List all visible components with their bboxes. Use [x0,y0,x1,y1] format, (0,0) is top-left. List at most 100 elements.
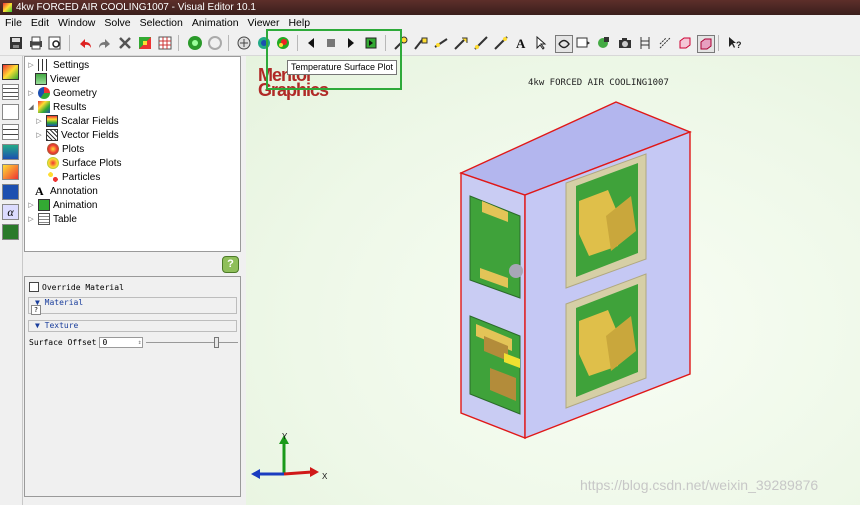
tree-item-label: Annotation [50,185,98,197]
surface-offset-row: Surface Offset 0 ⇕ [29,337,239,348]
tree-item-annotation[interactable]: A Annotation [35,184,98,198]
results-icon [38,101,50,113]
vector-plot-icon[interactable] [236,35,252,51]
override-material-checkbox[interactable] [29,282,39,292]
expand-icon[interactable]: ▷ [35,117,43,125]
zoom-region-icon[interactable] [575,35,591,51]
override-material-row: Override Material [29,282,124,292]
menu-viewer[interactable]: Viewer [248,17,280,29]
menu-edit[interactable]: Edit [31,17,49,29]
tree-item-particles[interactable]: Particles [47,170,100,184]
document-view-icon[interactable] [2,104,19,120]
material-value[interactable]: ? [31,305,41,315]
expand-icon[interactable]: ▷ [27,89,35,97]
probe-plane-icon[interactable] [453,35,469,51]
undo-icon[interactable] [77,35,93,51]
expand-icon[interactable]: ▷ [35,131,43,139]
rotate-view-icon[interactable] [555,35,573,53]
tree-item-surface-plots[interactable]: Surface Plots [47,156,121,170]
tree-item-viewer[interactable]: Viewer [35,72,80,86]
solid-box-icon[interactable] [697,35,715,53]
lights-icon[interactable] [595,35,611,51]
board-view-icon[interactable] [2,224,19,240]
slider-thumb[interactable] [214,337,220,348]
network-view-icon[interactable] [2,184,19,200]
script-view-icon[interactable]: α [2,204,19,220]
svg-text:A: A [516,36,526,51]
expand-icon[interactable]: ▷ [27,201,35,209]
texture-section-header[interactable]: ▼ Texture [29,321,236,331]
results-view-icon[interactable] [2,64,19,80]
title-bar: 4kw FORCED AIR COOLING1007 - Visual Edit… [0,0,860,15]
print-preview-icon[interactable] [47,35,63,51]
surface-offset-value: 0 [102,338,108,347]
tree-item-label: Vector Fields [61,129,119,141]
viewport-3d[interactable] [246,56,860,505]
axis-z-arrow [251,469,260,479]
surface-plots-icon [47,157,59,169]
tree-item-label: Table [53,213,77,225]
properties-panel: Override Material ▼ Material ? ▼ Texture… [24,276,241,497]
texture-section-title: Texture [44,321,79,330]
list-view-icon[interactable] [2,124,19,140]
camera-icon[interactable] [617,35,633,51]
save-icon[interactable] [8,35,24,51]
watermark: https://blog.csdn.net/weixin_39289876 [580,477,819,493]
menu-file[interactable]: File [5,17,22,29]
dimension-icon[interactable] [493,35,509,51]
tree-item-vector-fields[interactable]: ▷ Vector Fields [35,128,119,142]
print-icon[interactable] [28,35,44,51]
tree-item-scalar-fields[interactable]: ▷ Scalar Fields [35,114,119,128]
menu-window[interactable]: Window [58,17,95,29]
isometric-view-icon[interactable] [657,35,673,51]
menu-selection[interactable]: Selection [140,17,183,29]
text-icon[interactable]: A [513,35,529,51]
tree-item-table[interactable]: ▷ Table [27,212,77,226]
expand-icon[interactable]: ▷ [27,61,35,69]
color-map-icon[interactable] [137,35,153,51]
toolbar-separator [69,35,70,51]
menu-solve[interactable]: Solve [104,17,130,29]
menu-animation[interactable]: Animation [192,17,239,29]
refresh-icon[interactable] [207,35,223,51]
redo-icon[interactable] [97,35,113,51]
override-material-label: Override Material [42,282,124,292]
tree-item-settings[interactable]: ▷ Settings [27,58,89,72]
box-icon[interactable] [677,35,693,51]
delete-icon[interactable] [117,35,133,51]
measure-icon[interactable] [473,35,489,51]
toolbar-tooltip: Temperature Surface Plot [287,60,398,75]
flow-view-icon[interactable] [2,144,19,160]
toolbar-separator [718,35,719,51]
annotate-icon[interactable] [413,35,429,51]
help-button[interactable]: ? [222,256,239,273]
spinner-arrows-icon[interactable]: ⇕ [138,339,143,346]
expand-icon[interactable]: ▷ [27,215,35,223]
tree-item-label: Settings [53,59,90,71]
probe-line-icon[interactable] [433,35,449,51]
surface-offset-slider[interactable] [146,337,239,348]
tree-item-label: Scalar Fields [61,115,119,127]
plot-view-icon[interactable] [2,164,19,180]
grid-icon[interactable] [157,35,173,51]
material-section-header[interactable]: ▼ Material [29,298,236,308]
clip-icon[interactable] [637,35,653,51]
model-title: 4kw FORCED AIR COOLING1007 [528,78,669,88]
material-section-title: Material [44,298,84,307]
tree-item-results[interactable]: ◢ Results [27,100,86,114]
help-pointer-icon[interactable]: ? [726,35,742,51]
tree-item-animation[interactable]: ▷ Animation [27,198,97,212]
texture-section: ▼ Texture [28,320,237,332]
menu-help[interactable]: Help [288,17,310,29]
plots-icon [47,143,59,155]
surface-offset-field[interactable]: 0 ⇕ [99,337,144,348]
solve-icon[interactable] [187,35,203,51]
surface-offset-label: Surface Offset [29,338,97,347]
table-view-icon[interactable] [2,84,19,100]
select-arrow-icon[interactable] [533,35,549,51]
collapse-icon[interactable]: ◢ [27,103,35,111]
tree-item-geometry[interactable]: ▷ Geometry [27,86,97,100]
axis-x-arrow [310,467,319,477]
tree-item-label: Surface Plots [62,157,122,169]
tree-item-plots[interactable]: Plots [47,142,84,156]
